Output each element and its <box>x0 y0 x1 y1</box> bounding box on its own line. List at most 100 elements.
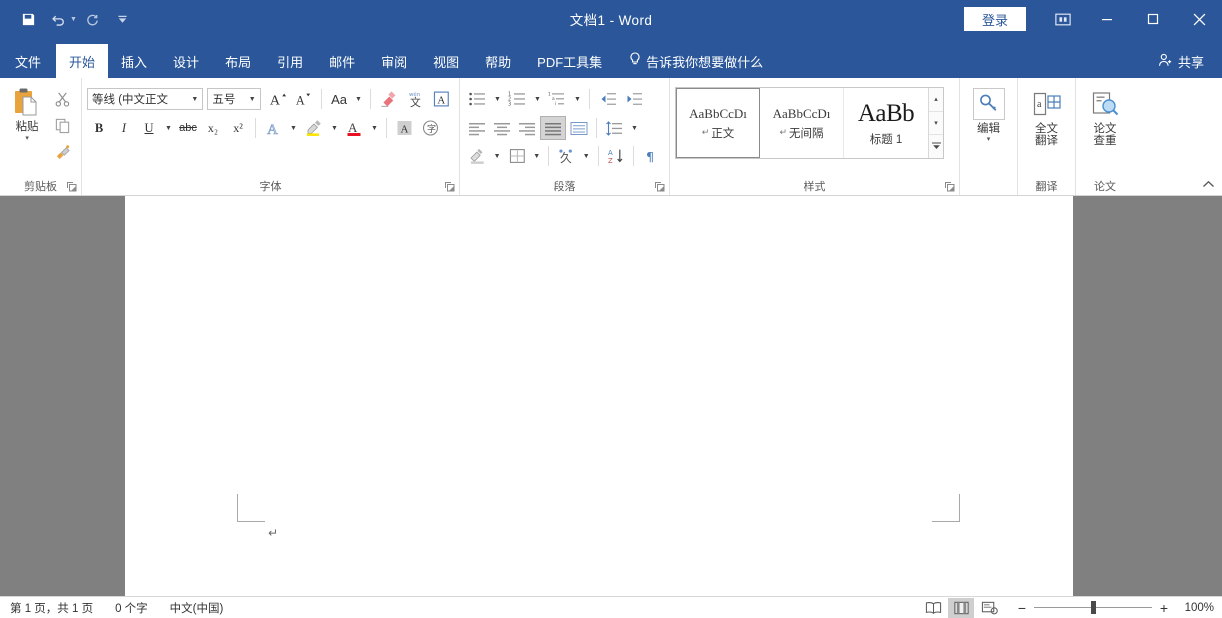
customize-quick-access-icon[interactable] <box>109 6 137 32</box>
superscript-button[interactable]: x² <box>226 116 250 140</box>
increase-indent-button[interactable] <box>621 87 646 111</box>
distribute-button[interactable] <box>567 116 591 140</box>
save-icon[interactable] <box>14 6 42 32</box>
proofing-language[interactable]: 中文(中国) <box>170 600 224 616</box>
clear-formatting-button[interactable] <box>376 87 402 111</box>
format-painter-button[interactable] <box>51 139 75 163</box>
close-icon[interactable] <box>1176 0 1222 38</box>
tab-pdf-toolkit[interactable]: PDF工具集 <box>524 44 615 78</box>
enclose-character-button[interactable]: 字 <box>418 116 443 140</box>
style-item-no-spacing[interactable]: AaBbCcDı ↵ 无间隔 <box>760 88 844 158</box>
highlight-caret-icon[interactable]: ▼ <box>328 116 341 140</box>
line-spacing-caret-icon[interactable]: ▼ <box>628 116 641 140</box>
multilevel-caret-icon[interactable]: ▼ <box>571 87 584 111</box>
tab-layout[interactable]: 布局 <box>212 44 264 78</box>
phonetic-guide-button[interactable]: wén 文 <box>403 87 429 111</box>
sort-button[interactable]: AZ <box>604 144 629 168</box>
font-color-button[interactable]: A <box>342 116 367 140</box>
asian-layout-caret-icon[interactable]: ▼ <box>580 144 593 168</box>
clipboard-dialog-launcher[interactable] <box>66 181 77 192</box>
maximize-icon[interactable] <box>1130 0 1176 38</box>
character-border-button[interactable]: A <box>429 87 454 111</box>
word-count[interactable]: 0 个字 <box>115 600 148 616</box>
zoom-in-button[interactable]: + <box>1158 600 1170 616</box>
justify-button[interactable] <box>540 116 566 140</box>
bullets-caret-icon[interactable]: ▼ <box>491 87 504 111</box>
document-page[interactable]: ↵ <box>125 196 1073 596</box>
ribbon-display-options-icon[interactable] <box>1042 0 1084 38</box>
show-formatting-marks-button[interactable]: ¶ <box>639 144 664 168</box>
font-dialog-launcher[interactable] <box>444 181 455 192</box>
borders-button[interactable] <box>505 144 530 168</box>
tab-file[interactable]: 文件 <box>0 44 56 78</box>
undo-dropdown-caret[interactable]: ▼ <box>70 16 77 23</box>
page-indicator[interactable]: 第 1 页，共 1 页 <box>10 600 93 616</box>
paste-dropdown-caret[interactable]: ▾ <box>25 135 29 143</box>
strikethrough-button[interactable]: abc <box>176 116 200 140</box>
edit-dropdown-caret[interactable]: ▾ <box>987 136 991 144</box>
style-scroll-up-button[interactable]: ▴ <box>929 88 943 112</box>
line-spacing-button[interactable] <box>602 116 627 140</box>
font-name-combo[interactable]: 等线 (中文正文 ▼ <box>87 88 204 110</box>
subscript-button[interactable]: x₂ <box>201 116 225 140</box>
shading-caret-icon[interactable]: ▼ <box>491 144 504 168</box>
undo-icon[interactable] <box>44 6 72 32</box>
styles-dialog-launcher[interactable] <box>944 181 955 192</box>
bullets-button[interactable] <box>465 87 490 111</box>
zoom-out-button[interactable]: − <box>1016 600 1028 616</box>
borders-caret-icon[interactable]: ▼ <box>530 144 543 168</box>
numbering-caret-icon[interactable]: ▼ <box>531 87 544 111</box>
italic-button[interactable]: I <box>112 116 136 140</box>
share-button[interactable]: 共享 <box>1158 44 1222 78</box>
zoom-level[interactable]: 100% <box>1180 602 1214 614</box>
full-text-translate-button[interactable]: a 全文 翻译 <box>1023 84 1070 176</box>
text-effects-caret-icon[interactable]: ▼ <box>287 116 300 140</box>
tab-references[interactable]: 引用 <box>264 44 316 78</box>
style-item-normal[interactable]: AaBbCcDı ↵ 正文 <box>676 88 760 158</box>
print-layout-button[interactable] <box>948 597 974 618</box>
grow-font-button[interactable]: A <box>266 87 291 111</box>
collapse-ribbon-button[interactable] <box>1202 180 1215 192</box>
decrease-indent-button[interactable] <box>595 87 620 111</box>
paper-check-button[interactable]: 论文 查重 <box>1081 84 1129 176</box>
shading-button[interactable] <box>465 144 490 168</box>
tab-design[interactable]: 设计 <box>160 44 212 78</box>
bold-button[interactable]: B <box>87 116 111 140</box>
underline-button[interactable]: U <box>137 116 161 140</box>
style-item-heading-1[interactable]: AaBb 标题 1 <box>844 88 928 158</box>
shrink-font-button[interactable]: A <box>291 87 316 111</box>
align-right-button[interactable] <box>515 116 539 140</box>
sign-in-button[interactable]: 登录 <box>964 7 1026 31</box>
tab-home[interactable]: 开始 <box>56 44 109 78</box>
tell-me-search[interactable]: 告诉我你想要做什么 <box>615 44 773 78</box>
paragraph-dialog-launcher[interactable] <box>654 181 665 192</box>
asian-layout-button[interactable]: 久 <box>554 144 579 168</box>
character-shading-button[interactable]: A <box>392 116 417 140</box>
align-left-button[interactable] <box>465 116 489 140</box>
edit-button[interactable]: 编辑 ▾ <box>965 84 1012 176</box>
style-more-button[interactable] <box>929 135 943 159</box>
font-name-caret-icon[interactable]: ▼ <box>187 89 202 109</box>
paste-button[interactable]: 粘贴 ▾ <box>5 84 49 176</box>
text-effects-button[interactable]: A <box>261 116 286 140</box>
align-center-button[interactable] <box>490 116 514 140</box>
multilevel-list-button[interactable]: 1ai <box>545 87 570 111</box>
tab-mailings[interactable]: 邮件 <box>316 44 368 78</box>
underline-caret-icon[interactable]: ▼ <box>162 116 175 140</box>
tab-view[interactable]: 视图 <box>420 44 472 78</box>
zoom-slider[interactable] <box>1034 601 1152 614</box>
read-mode-button[interactable] <box>920 598 946 618</box>
text-highlight-color-button[interactable] <box>301 116 327 140</box>
font-size-combo[interactable]: 五号 ▼ <box>207 88 261 110</box>
tab-review[interactable]: 审阅 <box>368 44 420 78</box>
web-layout-button[interactable] <box>976 598 1002 618</box>
tab-insert[interactable]: 插入 <box>108 44 160 78</box>
cut-button[interactable] <box>51 87 75 111</box>
font-size-caret-icon[interactable]: ▼ <box>245 89 260 109</box>
minimize-icon[interactable] <box>1084 0 1130 38</box>
style-scroll-down-button[interactable]: ▾ <box>929 111 943 136</box>
document-area[interactable]: ↵ <box>0 196 1222 596</box>
change-case-button[interactable]: Aa <box>327 87 351 111</box>
redo-icon[interactable] <box>79 6 107 32</box>
change-case-caret-icon[interactable]: ▼ <box>352 87 365 111</box>
